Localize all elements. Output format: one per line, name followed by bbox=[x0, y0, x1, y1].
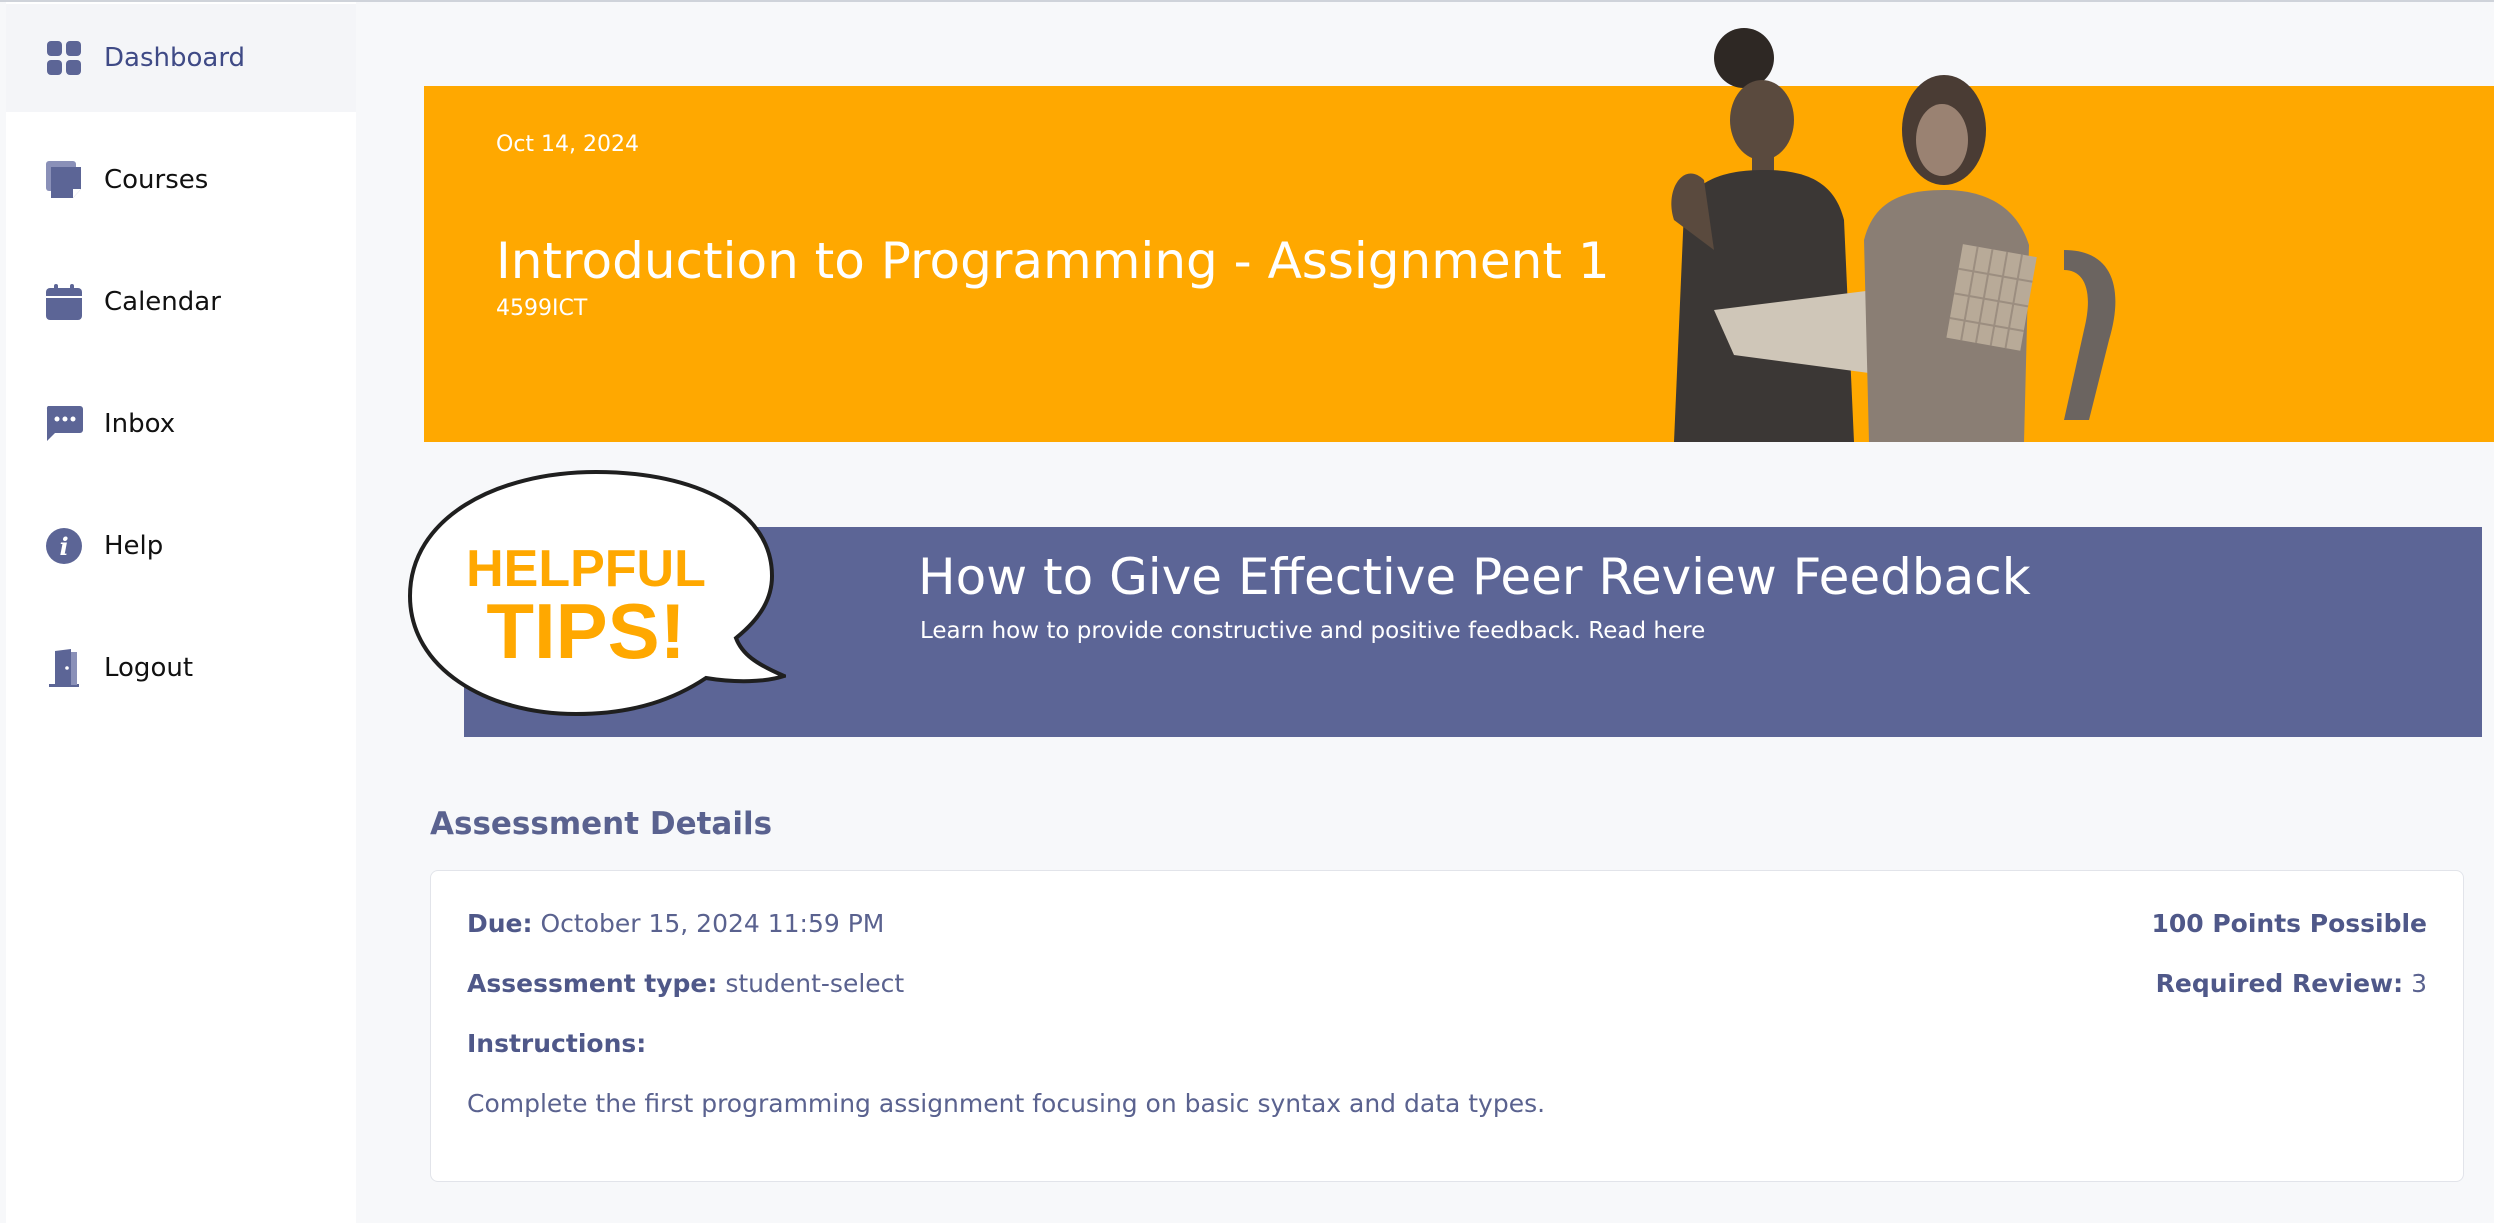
sidebar-item-inbox[interactable]: Inbox bbox=[6, 370, 356, 478]
due-value: October 15, 2024 11:59 PM bbox=[540, 909, 885, 938]
points-possible: 100 Points Possible bbox=[2151, 909, 2427, 938]
svg-text:i: i bbox=[59, 532, 68, 561]
due-label: Due: bbox=[467, 909, 533, 938]
course-code: 4599ICT bbox=[496, 296, 588, 321]
bubble-line2: TIPS! bbox=[486, 587, 685, 675]
courses-icon bbox=[44, 160, 84, 200]
sidebar-item-courses[interactable]: Courses bbox=[6, 126, 356, 234]
sidebar-item-label: Calendar bbox=[104, 287, 221, 317]
sidebar-item-label: Dashboard bbox=[104, 43, 246, 73]
sidebar: Dashboard Courses Calendar Inbox i Help … bbox=[6, 2, 356, 1223]
sidebar-item-calendar[interactable]: Calendar bbox=[6, 248, 356, 356]
info-icon: i bbox=[44, 526, 84, 566]
tips-title: How to Give Effective Peer Review Feedba… bbox=[918, 548, 2031, 606]
type-label: Assessment type: bbox=[467, 969, 718, 998]
calendar-icon bbox=[44, 282, 84, 322]
sidebar-item-dashboard[interactable]: Dashboard bbox=[6, 4, 356, 112]
instructions-label-row: Instructions: bbox=[467, 1029, 646, 1058]
sidebar-item-label: Logout bbox=[104, 653, 194, 683]
section-title: Assessment Details bbox=[430, 806, 773, 842]
assignment-date: Oct 14, 2024 bbox=[496, 132, 639, 157]
sidebar-item-label: Inbox bbox=[104, 409, 176, 439]
assessment-details-card: Due: October 15, 2024 11:59 PM 100 Point… bbox=[430, 870, 2464, 1182]
due-row: Due: October 15, 2024 11:59 PM bbox=[467, 909, 884, 938]
type-value: student-select bbox=[725, 969, 905, 998]
points-label: 100 Points Possible bbox=[2151, 909, 2427, 938]
review-label: Required Review: bbox=[2155, 969, 2404, 998]
assignment-hero-banner: Oct 14, 2024 Introduction to Programming… bbox=[424, 28, 2494, 442]
sidebar-item-logout[interactable]: Logout bbox=[6, 614, 356, 722]
sidebar-item-label: Courses bbox=[104, 165, 209, 195]
assessment-type-row: Assessment type: student-select bbox=[467, 969, 904, 998]
sidebar-item-help[interactable]: i Help bbox=[6, 492, 356, 600]
review-value: 3 bbox=[2411, 969, 2427, 998]
tips-read-link[interactable]: Learn how to provide constructive and po… bbox=[920, 618, 1705, 644]
grid-icon bbox=[44, 38, 84, 78]
instructions-text: Complete the first programming assignmen… bbox=[467, 1089, 1546, 1118]
page-title: Introduction to Programming - Assignment… bbox=[496, 232, 1610, 290]
chat-icon bbox=[44, 404, 84, 444]
door-icon bbox=[44, 648, 84, 688]
required-review-row: Required Review: 3 bbox=[2156, 969, 2427, 998]
instructions-label: Instructions: bbox=[467, 1029, 647, 1058]
speech-bubble-icon: HELPFUL TIPS! bbox=[407, 469, 786, 717]
sidebar-item-label: Help bbox=[104, 531, 164, 561]
students-photo bbox=[1671, 28, 2116, 442]
